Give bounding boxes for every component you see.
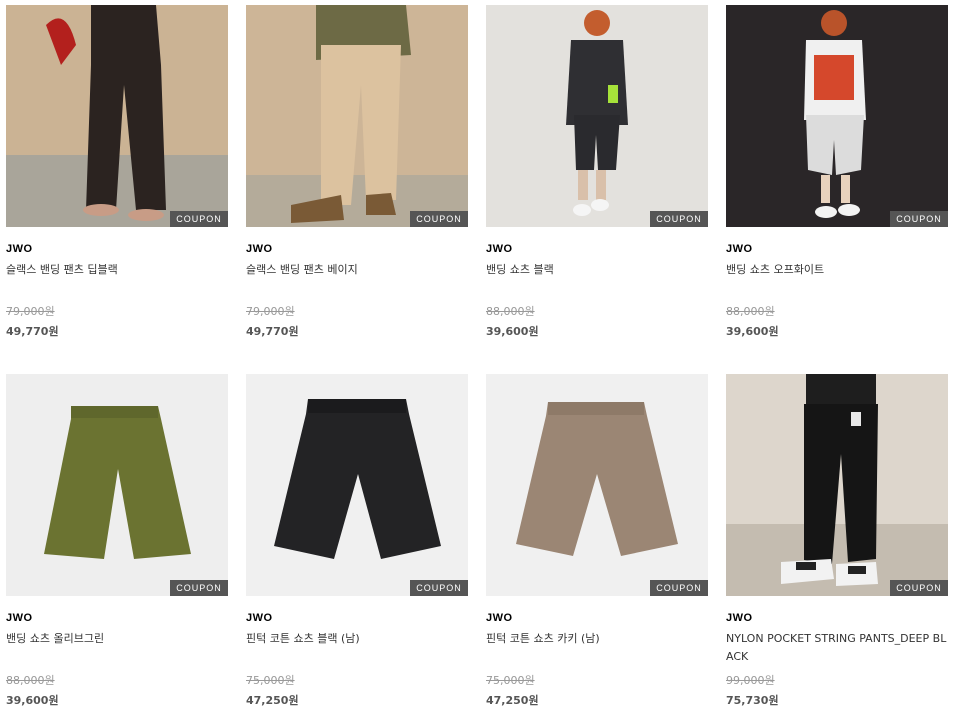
brand-name[interactable]: JWO [486, 243, 708, 255]
brand-name[interactable]: JWO [486, 612, 708, 624]
product-name[interactable]: 밴딩 쇼츠 블랙 [486, 261, 708, 297]
original-price: 88,000원 [6, 674, 55, 687]
original-price: 88,000원 [726, 305, 775, 318]
product-image[interactable]: COUPON [486, 5, 708, 227]
product-name[interactable]: 핀턱 코튼 쇼츠 카키 (남) [486, 630, 708, 666]
product-card[interactable]: COUPON JWO 밴딩 쇼츠 올리브그린 88,000원 39,600원 [6, 374, 228, 708]
product-name[interactable]: 핀턱 코튼 쇼츠 블랙 (남) [246, 630, 468, 666]
sale-price: 49,770원 [246, 325, 299, 338]
product-grid: COUPON JWO 슬랙스 밴딩 팬츠 딥블랙 79,000원 49,770원… [0, 0, 956, 719]
product-name[interactable]: 밴딩 쇼츠 오프화이트 [726, 261, 948, 297]
coupon-badge: COUPON [890, 580, 948, 596]
sale-price: 39,600원 [6, 694, 59, 707]
product-image[interactable]: COUPON [6, 374, 228, 596]
brand-name[interactable]: JWO [6, 612, 228, 624]
product-card[interactable]: COUPON JWO 슬랙스 밴딩 팬츠 딥블랙 79,000원 49,770원 [6, 5, 228, 339]
product-card[interactable]: COUPON JWO 밴딩 쇼츠 오프화이트 88,000원 39,600원 [726, 5, 948, 339]
product-card[interactable]: COUPON JWO NYLON POCKET STRING PANTS_DEE… [726, 374, 948, 708]
coupon-badge: COUPON [890, 211, 948, 227]
product-name[interactable]: 슬랙스 밴딩 팬츠 딥블랙 [6, 261, 228, 297]
sale-price: 49,770원 [6, 325, 59, 338]
original-price: 75,000원 [486, 674, 535, 687]
coupon-badge: COUPON [650, 580, 708, 596]
sale-price: 39,600원 [726, 325, 779, 338]
coupon-badge: COUPON [410, 211, 468, 227]
product-name[interactable]: NYLON POCKET STRING PANTS_DEEP BLACK [726, 630, 948, 666]
product-image[interactable]: COUPON [6, 5, 228, 227]
brand-name[interactable]: JWO [246, 243, 468, 255]
original-price: 79,000원 [246, 305, 295, 318]
product-card[interactable]: COUPON JWO 핀턱 코튼 쇼츠 카키 (남) 75,000원 47,25… [486, 374, 708, 708]
original-price: 75,000원 [246, 674, 295, 687]
original-price: 88,000원 [486, 305, 535, 318]
product-image[interactable]: COUPON [486, 374, 708, 596]
brand-name[interactable]: JWO [726, 612, 948, 624]
product-name[interactable]: 슬랙스 밴딩 팬츠 베이지 [246, 261, 468, 297]
brand-name[interactable]: JWO [6, 243, 228, 255]
original-price: 99,000원 [726, 674, 775, 687]
product-name[interactable]: 밴딩 쇼츠 올리브그린 [6, 630, 228, 666]
brand-name[interactable]: JWO [246, 612, 468, 624]
product-image[interactable]: COUPON [726, 374, 948, 596]
brand-name[interactable]: JWO [726, 243, 948, 255]
product-image[interactable]: COUPON [246, 374, 468, 596]
sale-price: 47,250원 [486, 694, 539, 707]
sale-price: 47,250원 [246, 694, 299, 707]
product-image[interactable]: COUPON [246, 5, 468, 227]
original-price: 79,000원 [6, 305, 55, 318]
coupon-badge: COUPON [170, 580, 228, 596]
product-card[interactable]: COUPON JWO 핀턱 코튼 쇼츠 블랙 (남) 75,000원 47,25… [246, 374, 468, 708]
product-card[interactable]: COUPON JWO 밴딩 쇼츠 블랙 88,000원 39,600원 [486, 5, 708, 339]
coupon-badge: COUPON [650, 211, 708, 227]
product-image[interactable]: COUPON [726, 5, 948, 227]
sale-price: 39,600원 [486, 325, 539, 338]
coupon-badge: COUPON [170, 211, 228, 227]
product-card[interactable]: COUPON JWO 슬랙스 밴딩 팬츠 베이지 79,000원 49,770원 [246, 5, 468, 339]
sale-price: 75,730원 [726, 694, 779, 707]
coupon-badge: COUPON [410, 580, 468, 596]
